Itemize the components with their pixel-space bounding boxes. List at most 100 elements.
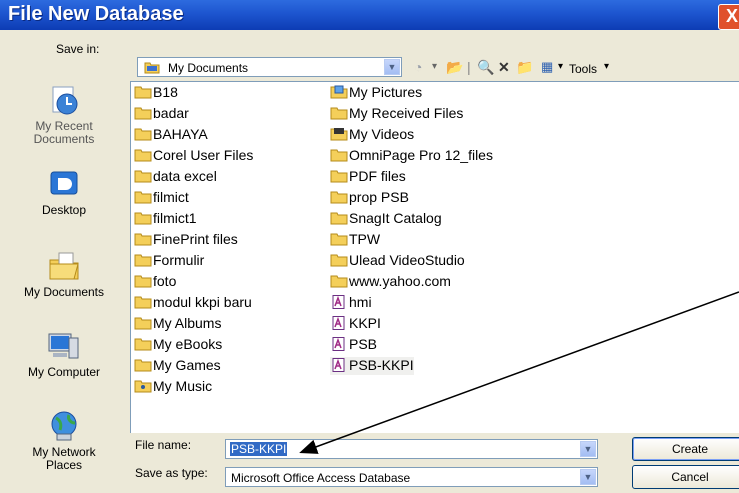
file-list-item[interactable]: SnagIt Catalog (330, 210, 442, 228)
chevron-down-icon[interactable]: ▼ (580, 469, 596, 485)
folder-icon (134, 128, 152, 141)
file-name-value: PSB-KKPI (230, 442, 288, 456)
file-list-item[interactable]: PSB (330, 336, 377, 354)
file-item-label: TPW (349, 231, 381, 247)
views-dropdown-icon[interactable]: ▾ (558, 59, 563, 75)
file-item-label: Ulead VideoStudio (349, 252, 465, 268)
save-in-label: Save in: (56, 42, 100, 56)
file-list-item[interactable]: KKPI (330, 315, 381, 333)
file-item-label: My Music (153, 378, 213, 394)
file-list-item[interactable]: My eBooks (134, 336, 222, 354)
pictures-folder-icon (330, 85, 348, 99)
file-list-item[interactable]: data excel (134, 168, 217, 186)
file-item-label: prop PSB (349, 189, 409, 205)
folder-icon (330, 233, 348, 246)
cancel-button[interactable]: Cancel (632, 465, 739, 489)
folder-icon (330, 212, 348, 225)
title-bar: File New Database X (0, 0, 739, 30)
place-desktop[interactable]: Desktop (0, 168, 128, 217)
file-list-item[interactable]: My Games (134, 357, 221, 375)
folder-icon (134, 359, 152, 372)
folder-icon (330, 275, 348, 288)
file-name-field[interactable]: PSB-KKPI ▼ (225, 439, 598, 459)
file-list-item[interactable]: filmict (134, 189, 189, 207)
file-item-label: foto (153, 273, 177, 289)
file-list-item[interactable]: Formulir (134, 252, 204, 270)
file-item-label: KKPI (349, 315, 381, 331)
places-bar: My RecentDocuments Desktop My Documents (0, 78, 128, 493)
folder-icon (144, 62, 160, 74)
save-as-type-dropdown[interactable]: Microsoft Office Access Database ▼ (225, 467, 598, 487)
file-item-label: modul kkpi baru (153, 294, 252, 310)
file-item-label: My Albums (153, 315, 222, 331)
file-item-label: hmi (349, 294, 372, 310)
file-list-item[interactable]: www.yahoo.com (330, 273, 451, 291)
place-label: Desktop (41, 203, 87, 217)
views-icon[interactable]: ▦ (541, 59, 553, 75)
file-list-item[interactable]: My Received Files (330, 105, 463, 123)
file-list-item[interactable]: PSB-KKPI (330, 357, 414, 375)
file-list-item[interactable]: foto (134, 273, 176, 291)
file-list-item[interactable]: PDF files (330, 168, 406, 186)
chevron-down-icon[interactable]: ▼ (384, 59, 400, 75)
file-item-label: My eBooks (153, 336, 223, 352)
my-documents-icon (49, 252, 79, 280)
save-in-dropdown[interactable]: My Documents ▼ (137, 57, 402, 77)
file-item-label: SnagIt Catalog (349, 210, 442, 226)
file-list[interactable]: B18 badar BAHAYA Corel User Files data excel… (130, 81, 739, 433)
search-web-icon[interactable]: 🔍 (477, 59, 494, 75)
file-item-label: OmniPage Pro 12_files (349, 147, 493, 163)
file-item-label: FinePrint files (153, 231, 238, 247)
file-item-label: Corel User Files (153, 147, 254, 163)
folder-icon (134, 212, 152, 225)
file-list-item[interactable]: B18 (134, 84, 178, 102)
new-folder-icon[interactable]: 📁 (516, 59, 533, 75)
file-list-item[interactable]: My Videos (330, 126, 414, 144)
folder-icon (134, 233, 152, 246)
back-dropdown-icon[interactable]: ▾ (432, 59, 437, 75)
place-label: My Network Places (32, 445, 96, 472)
folder-icon (134, 149, 152, 162)
network-places-icon (51, 411, 77, 441)
folder-icon (134, 296, 152, 309)
delete-icon[interactable]: ✕ (498, 59, 510, 75)
file-list-item[interactable]: prop PSB (330, 189, 409, 207)
toolbar-separator: | (467, 59, 471, 75)
place-my-documents[interactable]: My Documents (0, 250, 128, 299)
file-list-item[interactable]: hmi (330, 294, 372, 312)
folder-icon (134, 170, 152, 183)
place-label: My Computer (27, 365, 101, 379)
place-my-computer[interactable]: My Computer (0, 330, 128, 379)
file-list-item[interactable]: badar (134, 105, 189, 123)
file-list-item[interactable]: FinePrint files (134, 231, 238, 249)
place-label: My Documents (23, 285, 105, 299)
file-item-label: filmict1 (153, 210, 197, 226)
file-list-item[interactable]: OmniPage Pro 12_files (330, 147, 493, 165)
close-button[interactable]: X (718, 4, 739, 30)
place-my-network-places[interactable]: My Network Places (0, 410, 128, 472)
file-list-item[interactable]: Corel User Files (134, 147, 253, 165)
save-as-type-value: Microsoft Office Access Database (231, 471, 411, 485)
file-item-label: My Received Files (349, 105, 464, 121)
desktop-icon (50, 171, 78, 195)
file-list-item[interactable]: filmict1 (134, 210, 197, 228)
file-list-item[interactable]: Ulead VideoStudio (330, 252, 465, 270)
back-icon[interactable]: ◔ (414, 59, 422, 75)
create-button[interactable]: Create (632, 437, 739, 461)
file-item-label: PDF files (349, 168, 406, 184)
file-item-label: BAHAYA (153, 126, 208, 142)
up-folder-icon[interactable]: 📂 (446, 59, 463, 75)
chevron-down-icon[interactable]: ▼ (580, 441, 596, 457)
file-item-label: filmict (153, 189, 189, 205)
file-list-item[interactable]: My Music (134, 378, 212, 396)
file-list-item[interactable]: BAHAYA (134, 126, 208, 144)
place-my-recent-documents[interactable]: My Recent Documents (0, 84, 128, 146)
access-file-icon (332, 295, 345, 309)
file-list-item[interactable]: My Pictures (330, 84, 422, 102)
tools-dropdown-icon[interactable]: ▾ (604, 59, 609, 75)
file-list-item[interactable]: My Albums (134, 315, 221, 333)
tools-menu[interactable]: Tools (569, 61, 597, 77)
folder-icon (134, 107, 152, 120)
file-list-item[interactable]: TPW (330, 231, 380, 249)
file-list-item[interactable]: modul kkpi baru (134, 294, 252, 312)
